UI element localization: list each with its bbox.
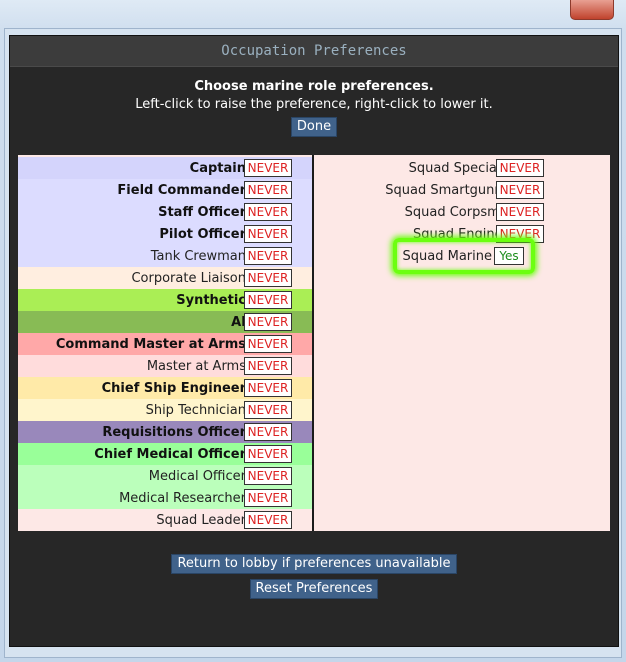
preference-button-ai[interactable]: NEVER [244,313,292,331]
role-label: Chief Medical Officer [94,446,246,462]
role-row-squad-smartgunner: Squad Smartgunner NEVER [314,179,610,201]
role-row-squad-leader: Squad Leader NEVER [18,509,312,531]
return-to-lobby-button[interactable]: Return to lobby if preferences unavailab… [171,554,457,574]
role-label: Synthetic [176,292,246,308]
preference-button-synthetic[interactable]: NEVER [244,291,292,309]
preference-button-squad-engineer[interactable]: NEVER [496,225,544,243]
role-label: Staff Officer [158,204,246,220]
preference-button-squad-corpsman[interactable]: NEVER [496,203,544,221]
role-row-squad-engineer: Squad Engineer NEVER [314,223,610,245]
preference-button-squad-leader[interactable]: NEVER [244,511,292,529]
role-row-chief-medical-officer: Chief Medical Officer NEVER [18,443,312,465]
preference-button-pilot-officer[interactable]: NEVER [244,225,292,243]
role-label: Master at Arms [146,358,246,374]
preference-button-ship-technician[interactable]: NEVER [244,401,292,419]
role-row-chief-ship-engineer: Chief Ship Engineer NEVER [18,377,312,399]
reset-preferences-button[interactable]: Reset Preferences [249,579,379,599]
role-row-medical-researcher: Medical Researcher NEVER [18,487,312,509]
heading: Choose marine role preferences. [194,79,434,94]
role-row-squad-marine: Squad Marine Yes [314,245,610,267]
preference-button-command-master-at-arms[interactable]: NEVER [244,335,292,353]
role-row-command-master-at-arms: Command Master at Arms NEVER [18,333,312,355]
role-row-captain: Captain NEVER [18,157,312,179]
role-label: Requisitions Officer [102,424,246,440]
role-row-master-at-arms: Master at Arms NEVER [18,355,312,377]
role-row-staff-officer: Staff Officer NEVER [18,201,312,223]
role-label: Corporate Liaison [131,270,246,286]
role-row-corporate-liaison: Corporate Liaison NEVER [18,267,312,289]
preference-button-medical-researcher[interactable]: NEVER [244,489,292,507]
role-label: Pilot Officer [159,226,246,242]
occupation-preferences-panel: Occupation Preferences Choose marine rol… [9,35,619,647]
role-row-ship-technician: Ship Technician NEVER [18,399,312,421]
role-row-medical-officer: Medical Officer NEVER [18,465,312,487]
role-label: Medical Officer [148,468,246,484]
panel-title: Occupation Preferences [10,36,618,67]
role-label: Tank Crewman [150,248,246,264]
preference-button-medical-officer[interactable]: NEVER [244,467,292,485]
role-label: Field Commander [117,182,246,198]
roles-column-left: Captain NEVER Field Commander NEVER Staff Of… [18,155,314,531]
role-row-requisitions-officer: Requisitions Officer NEVER [18,421,312,443]
role-label: Squad Leader [156,512,246,528]
role-label: Squad Marine [402,248,492,264]
role-row-ai: AI NEVER [18,311,312,333]
role-label: Ship Technician [145,402,246,418]
role-row-synthetic: Synthetic NEVER [18,289,312,311]
role-label: Command Master at Arms [55,336,246,352]
role-label: Chief Ship Engineer [101,380,246,396]
role-label: Captain [189,160,246,176]
instructions: Left-click to raise the preference, righ… [135,97,493,112]
preference-button-staff-officer[interactable]: NEVER [244,203,292,221]
preference-button-squad-smartgunner[interactable]: NEVER [496,181,544,199]
role-row-squad-specialist: Squad Specialist NEVER [314,157,610,179]
preference-button-master-at-arms[interactable]: NEVER [244,357,292,375]
preference-button-captain[interactable]: NEVER [244,159,292,177]
window-close-button[interactable] [570,0,614,20]
preference-button-requisitions-officer[interactable]: NEVER [244,423,292,441]
preference-button-field-commander[interactable]: NEVER [244,181,292,199]
role-row-tank-crewman: Tank Crewman NEVER [18,245,312,267]
preference-button-chief-ship-engineer[interactable]: NEVER [244,379,292,397]
role-row-squad-corpsman: Squad Corpsman NEVER [314,201,610,223]
preference-button-chief-medical-officer[interactable]: NEVER [244,445,292,463]
preference-button-tank-crewman[interactable]: NEVER [244,247,292,265]
preference-button-squad-marine[interactable]: Yes [494,247,524,265]
roles-column-right: Squad Specialist NEVER Squad Smartgunner NE… [314,155,610,531]
preference-button-squad-specialist[interactable]: NEVER [496,159,544,177]
roles-table: Captain NEVER Field Commander NEVER Staff Of… [18,155,610,531]
role-label: Medical Researcher [119,490,246,506]
done-button[interactable]: Done [290,117,338,137]
role-row-pilot-officer: Pilot Officer NEVER [18,223,312,245]
preference-button-corporate-liaison[interactable]: NEVER [244,269,292,287]
role-row-field-commander: Field Commander NEVER [18,179,312,201]
